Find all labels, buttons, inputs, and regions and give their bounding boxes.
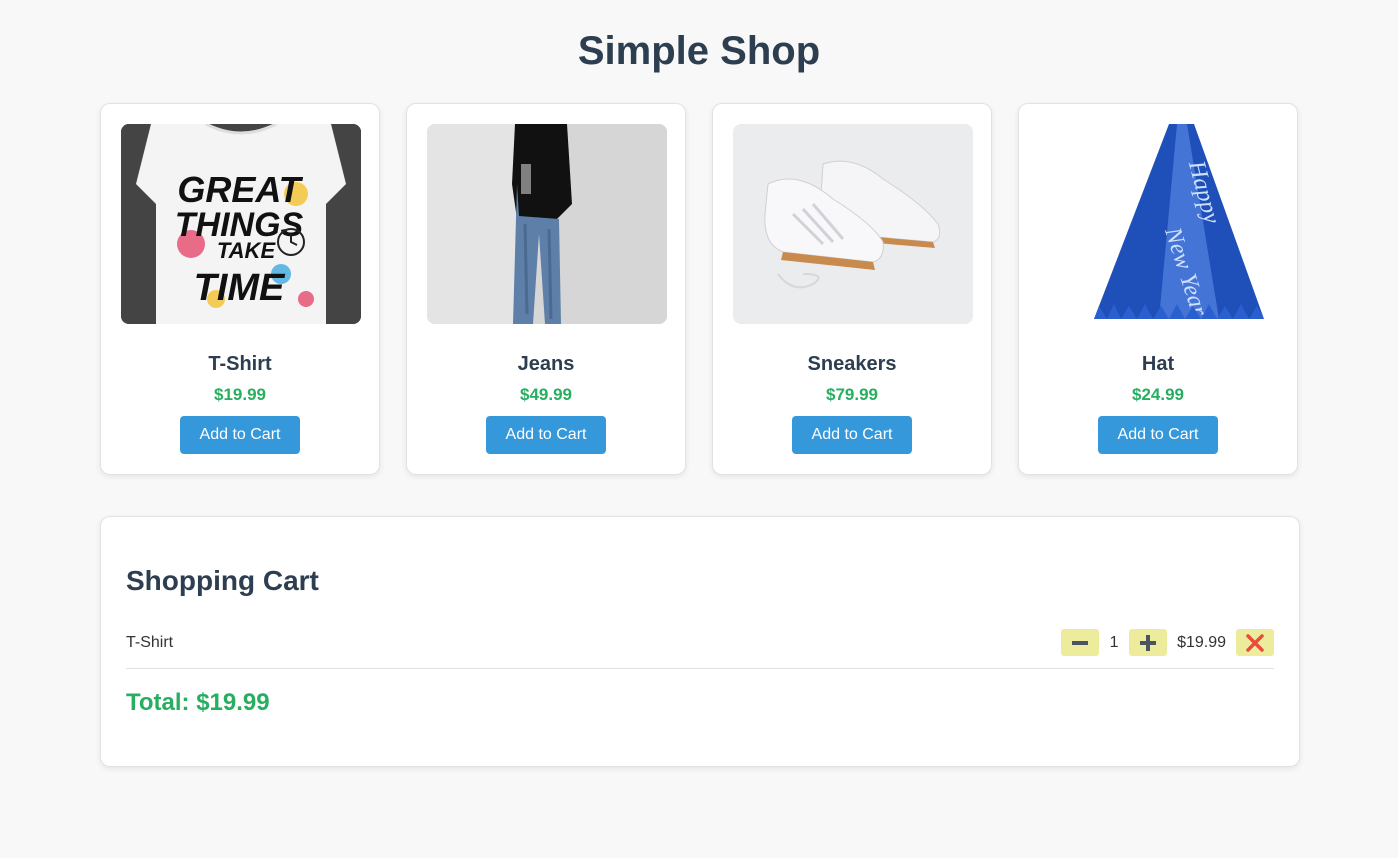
product-name: Sneakers bbox=[807, 353, 897, 375]
product-image-hat: Happy New Year bbox=[1039, 124, 1279, 324]
product-price: $79.99 bbox=[826, 385, 878, 404]
close-icon bbox=[1246, 633, 1264, 652]
cart-item-price: $19.99 bbox=[1177, 633, 1226, 651]
cart-item-row: T-Shirt 1 $19.99 bbox=[126, 625, 1274, 669]
plus-icon bbox=[1140, 634, 1157, 651]
product-name: Hat bbox=[1141, 353, 1175, 375]
product-image-sneakers bbox=[733, 124, 973, 324]
product-card-tshirt: GREAT THINGS TAKE TIME T-Shirt $19.99 Ad… bbox=[100, 103, 380, 475]
add-to-cart-button-jeans[interactable]: Add to Cart bbox=[485, 416, 607, 454]
decrease-quantity-button[interactable] bbox=[1061, 629, 1100, 656]
product-image-tshirt: GREAT THINGS TAKE TIME bbox=[121, 124, 361, 324]
cart-item-controls: 1 $19.99 bbox=[1061, 629, 1274, 656]
product-name: Jeans bbox=[517, 353, 575, 375]
add-to-cart-button-hat[interactable]: Add to Cart bbox=[1097, 416, 1219, 454]
cart-item-name: T-Shirt bbox=[126, 633, 174, 651]
product-grid: GREAT THINGS TAKE TIME T-Shirt $19.99 Ad… bbox=[100, 103, 1300, 475]
cart-total: Total: $19.99 bbox=[126, 689, 270, 716]
product-card-sneakers: Sneakers $79.99 Add to Cart bbox=[712, 103, 992, 475]
product-card-jeans: Jeans $49.99 Add to Cart bbox=[406, 103, 686, 475]
tshirt-print-line1: GREAT bbox=[177, 169, 303, 210]
product-image-jeans bbox=[427, 124, 667, 324]
cart-title: Shopping Cart bbox=[126, 565, 319, 596]
product-price: $19.99 bbox=[214, 385, 266, 404]
increase-quantity-button[interactable] bbox=[1129, 629, 1168, 656]
tshirt-print-line4: TIME bbox=[194, 267, 286, 309]
tshirt-print-line3: TAKE bbox=[217, 238, 277, 263]
minus-icon bbox=[1072, 640, 1089, 645]
cart-item-quantity: 1 bbox=[1109, 633, 1119, 651]
add-to-cart-button-sneakers[interactable]: Add to Cart bbox=[791, 416, 913, 454]
shopping-cart: Shopping Cart T-Shirt 1 $19.99 Total: $1… bbox=[100, 516, 1300, 767]
product-price: $24.99 bbox=[1132, 385, 1184, 404]
product-card-hat: Happy New Year Hat $24.99 Add to Cart bbox=[1018, 103, 1298, 475]
product-price: $49.99 bbox=[520, 385, 572, 404]
product-name: T-Shirt bbox=[208, 353, 272, 375]
add-to-cart-button-tshirt[interactable]: Add to Cart bbox=[179, 416, 301, 454]
remove-item-button[interactable] bbox=[1236, 629, 1274, 656]
page-title: Simple Shop bbox=[577, 29, 821, 73]
